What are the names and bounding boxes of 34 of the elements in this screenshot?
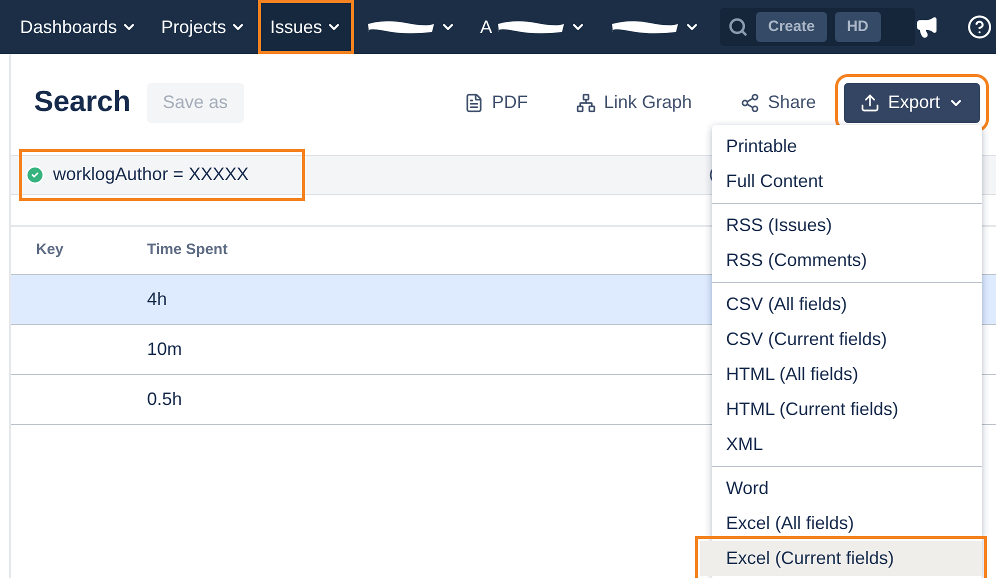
toolbar-action[interactable]: Link Graph xyxy=(576,89,692,116)
query-field[interactable]: worklogAuthor = XXXXX xyxy=(19,148,305,200)
upload-icon xyxy=(860,92,880,113)
menu-item[interactable]: CSV (All fields) xyxy=(712,287,982,322)
nav-menu[interactable]: A xyxy=(468,0,598,54)
toolbar-action[interactable]: Share xyxy=(740,89,816,116)
user-avatar[interactable]: HD xyxy=(834,12,881,42)
toolbar-action[interactable]: PDF xyxy=(464,89,528,116)
document-icon xyxy=(464,92,484,113)
table-cell-text: 0.5h xyxy=(147,388,182,410)
share-icon xyxy=(740,92,760,113)
menu-item[interactable]: Printable xyxy=(712,129,982,164)
search-icon xyxy=(728,17,748,37)
query-text: worklogAuthor = XXXXX xyxy=(53,163,249,186)
menu-item[interactable]: Excel (Current fields) xyxy=(700,541,982,576)
menu-item[interactable]: XML xyxy=(712,427,982,462)
export-button[interactable]: Export xyxy=(844,82,980,123)
create-button[interactable]: Create xyxy=(756,12,827,42)
menu-item[interactable]: CSV (Current fields) xyxy=(712,322,982,357)
search-field[interactable]: Create HD xyxy=(720,8,916,46)
menu-item[interactable]: Full Content xyxy=(712,164,982,199)
menu-item[interactable]: Word xyxy=(712,471,982,506)
table-cell-text: 10m xyxy=(147,338,182,360)
graph-icon xyxy=(576,92,596,113)
nav-menu[interactable]: Projects xyxy=(149,0,258,54)
column-header: Key xyxy=(35,240,65,260)
page-title: Search xyxy=(34,85,131,120)
menu-item[interactable]: HTML (Current fields) xyxy=(712,392,982,427)
nav-menu[interactable]: Dashboards xyxy=(8,0,150,54)
column-header: Time Spent xyxy=(147,240,228,260)
menu-item[interactable]: RSS (Issues) xyxy=(712,208,982,243)
menu-item[interactable]: Excel (All fields) xyxy=(712,506,982,541)
nav-menu[interactable]: Issues xyxy=(258,0,354,54)
table-cell-text: 4h xyxy=(147,288,168,310)
